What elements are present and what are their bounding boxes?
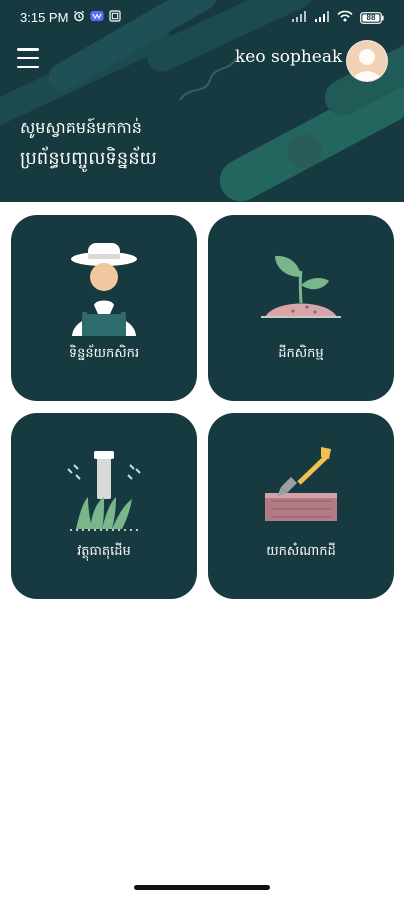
signal-bars-icon: [314, 10, 330, 25]
status-right-icons: 88: [291, 10, 384, 25]
status-time: 3:15 PM: [20, 10, 69, 25]
menu-cards: ទិន្នន័យកសិករ ដីកសិកម្ម វត្ថុធាតុដើម យកស…: [11, 215, 394, 599]
signal-bars-icon: [291, 10, 307, 25]
user-avatar-icon: [347, 41, 387, 81]
battery-icon: 88: [360, 11, 384, 24]
app-header: 3:15 PM 88 keo sopheak សូមស្វាគមន៍មកកាន់…: [0, 0, 404, 202]
farmer-icon: [71, 243, 137, 336]
system-title: ប្រព័ន្ធបញ្ចូលទិន្នន័យ: [20, 148, 157, 169]
battery-level: 88: [366, 12, 376, 22]
wifi-icon: [337, 10, 353, 25]
user-name: keo sopheak: [235, 47, 343, 67]
shovel-soil-icon: [265, 447, 337, 521]
card-label: ដីកសិកម្ម: [278, 346, 324, 361]
welcome-text: សូមស្វាគមន៍មកកាន់: [20, 118, 142, 137]
card-farmer-data[interactable]: ទិន្នន័យកសិករ: [11, 215, 197, 401]
avatar[interactable]: [346, 40, 388, 82]
menu-icon-line: [17, 56, 39, 60]
sprinkler-grass-icon: [67, 451, 141, 531]
sim-card-icon: [109, 10, 121, 25]
card-soil-sampling[interactable]: យកសំណាកដី: [208, 413, 394, 599]
notification-app-icon: [90, 10, 104, 25]
card-label: យកសំណាកដី: [266, 544, 336, 559]
status-bar: 3:15 PM 88: [0, 0, 404, 36]
card-label: វត្ថុធាតុដើម: [77, 544, 131, 559]
menu-button[interactable]: [17, 48, 39, 68]
home-indicator[interactable]: [134, 885, 270, 890]
card-label: ទិន្នន័យកសិករ: [68, 346, 140, 361]
status-left-icons: [73, 10, 121, 25]
menu-icon-line: [17, 48, 39, 51]
card-agricultural-land[interactable]: ដីកសិកម្ម: [208, 215, 394, 401]
alarm-icon: [73, 10, 85, 25]
plant-soil-icon: [261, 255, 341, 318]
menu-icon-line: [17, 65, 39, 68]
card-raw-materials[interactable]: វត្ថុធាតុដើម: [11, 413, 197, 599]
